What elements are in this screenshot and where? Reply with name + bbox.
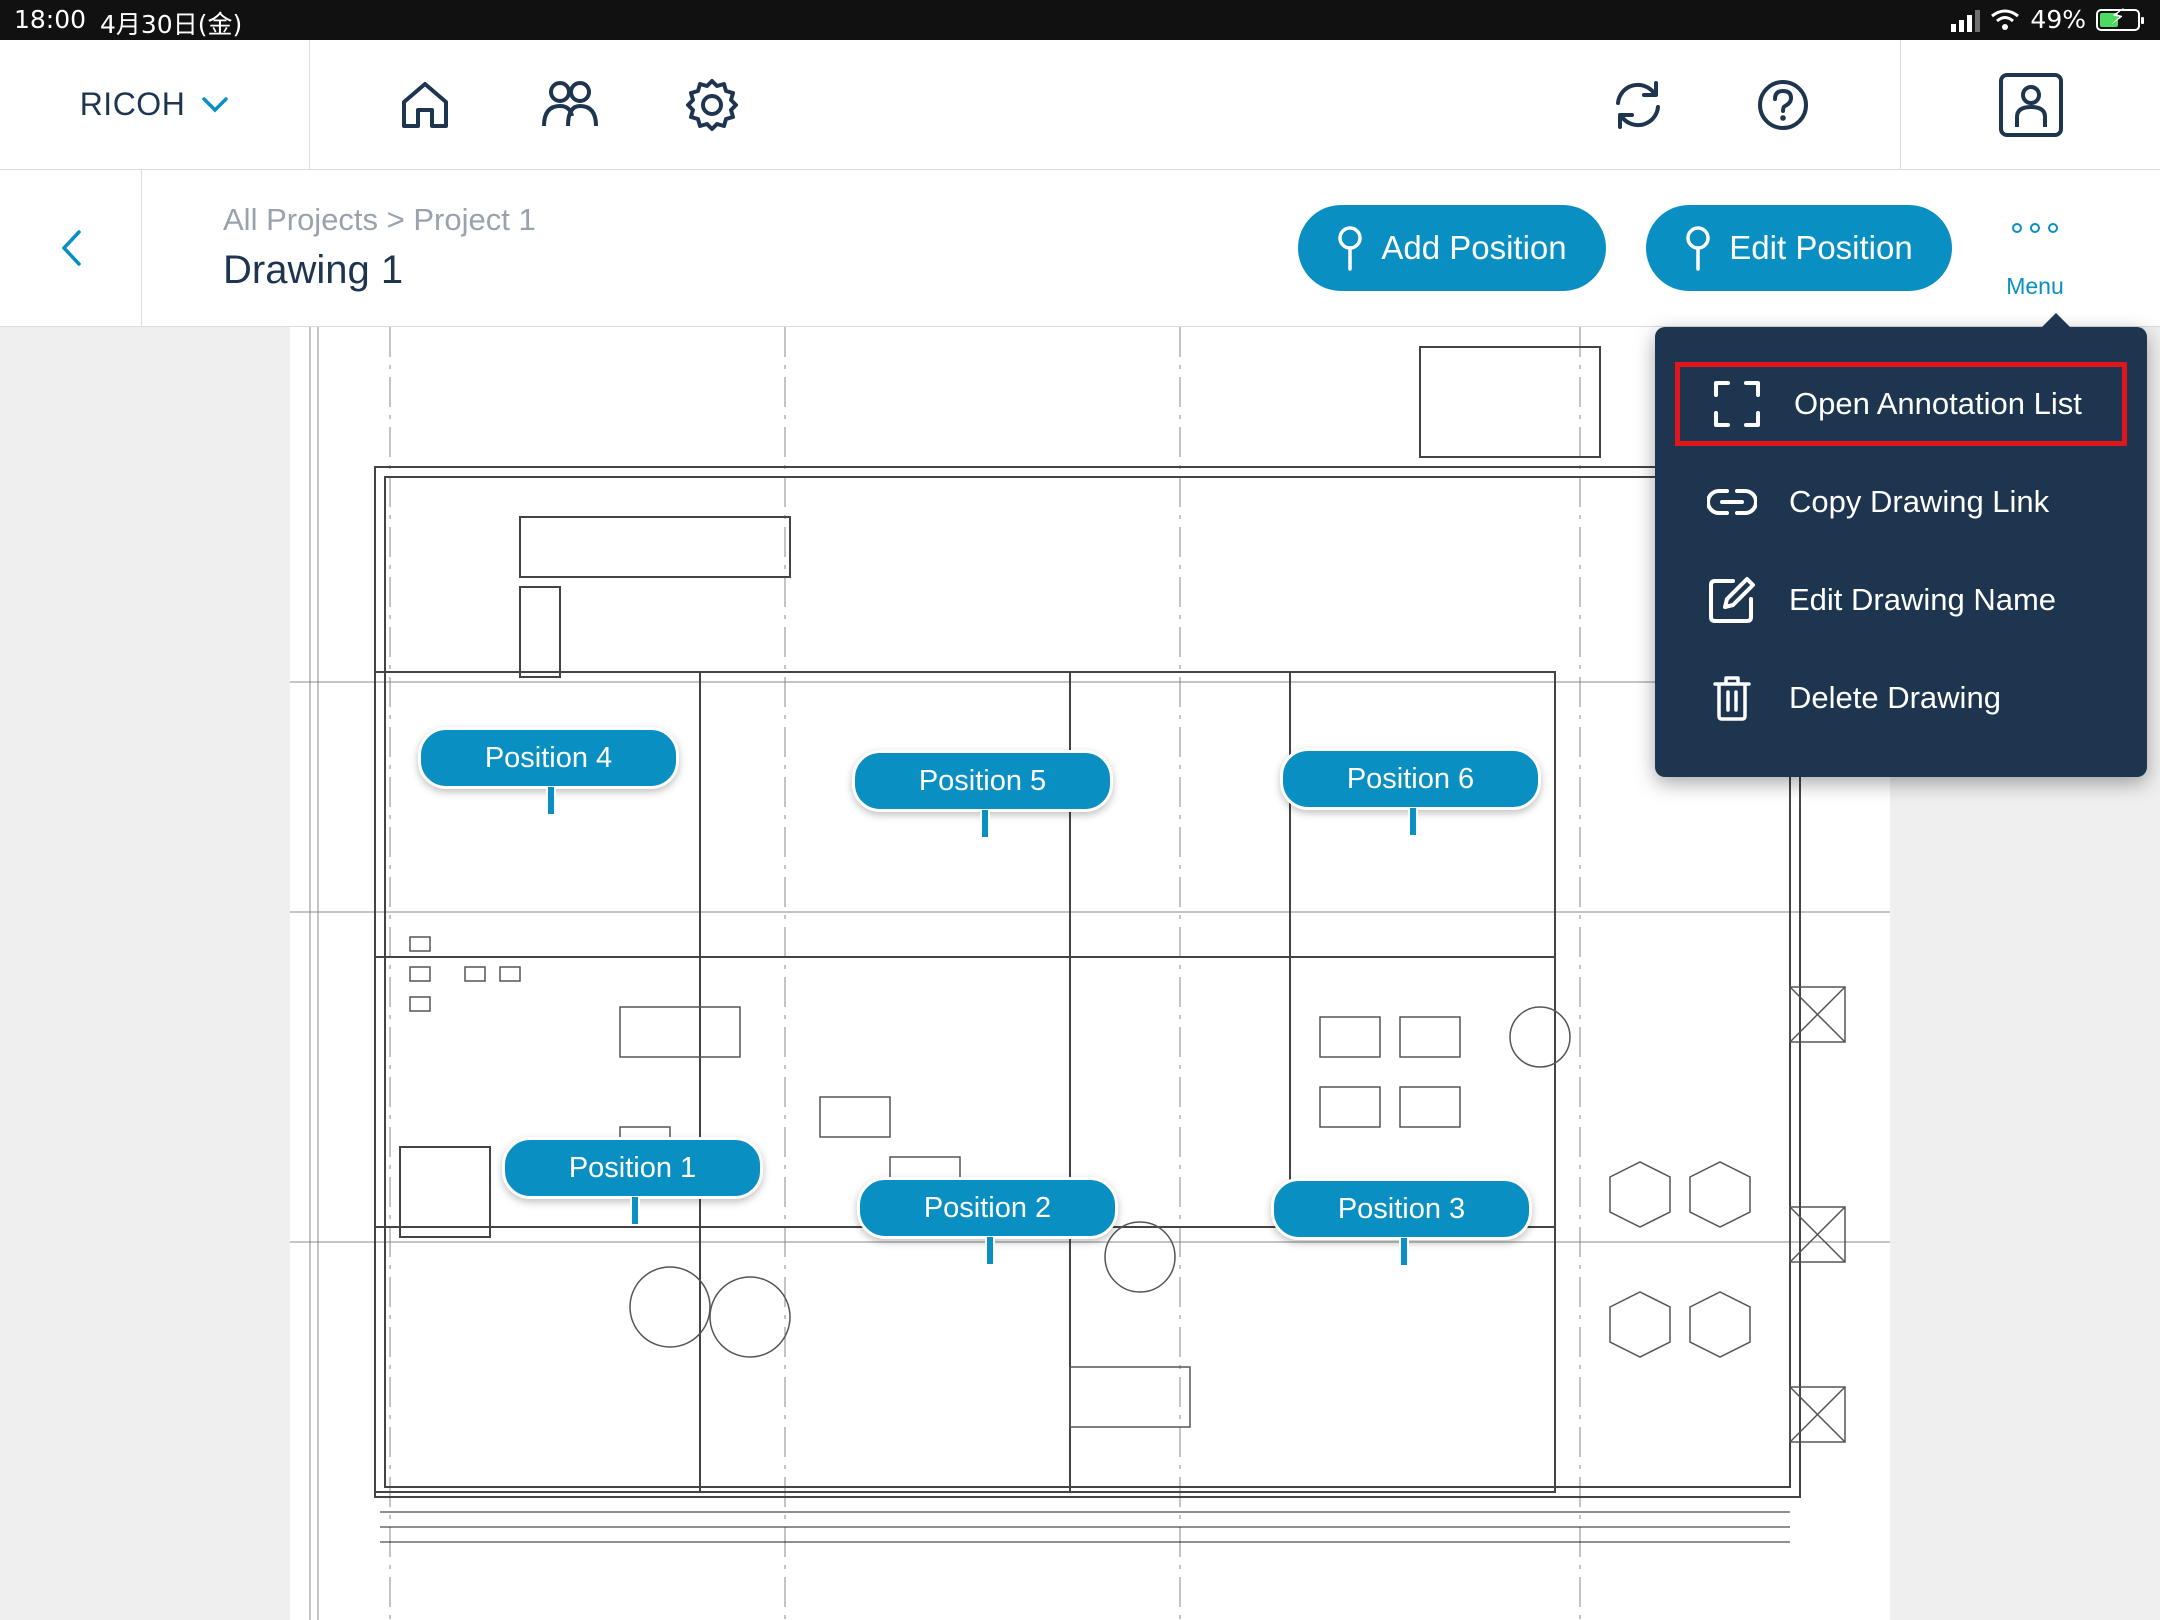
edit-position-button[interactable]: Edit Position [1646,205,1952,291]
expand-icon [1714,381,1760,427]
brand-switcher[interactable]: RICOH [0,40,310,169]
menu-item-delete-drawing[interactable]: Delete Drawing [1675,656,2127,740]
battery-percent: 49% [2030,5,2086,34]
menu-label: Menu [2006,273,2064,299]
menu-item-label: Delete Drawing [1789,680,2001,715]
menu-item-edit-drawing-name[interactable]: Edit Drawing Name [1675,558,2127,642]
drawing-header: All Projects > Project 1 Drawing 1 Add P… [0,170,2160,327]
settings-icon [686,79,738,131]
sync-icon [1616,81,1660,129]
settings-button[interactable] [677,70,747,140]
status-date: 4月30日(金) [100,10,243,39]
chevron-left-icon [61,230,81,266]
signal-icon [1951,8,1981,32]
battery-icon: ⚡ [2096,5,2144,31]
menu-button[interactable]: Menu [1975,215,2095,305]
add-position-button[interactable]: Add Position [1298,205,1606,291]
menu-item-label: Edit Drawing Name [1789,582,2057,617]
home-icon [402,82,448,128]
add-position-label: Add Position [1381,229,1567,266]
home-button[interactable] [390,70,460,140]
floor-plan [290,327,1890,1620]
position-marker-5[interactable]: Position 5 [852,750,1113,839]
edit-icon [1709,577,1755,623]
position-marker-2[interactable]: Position 2 [857,1177,1118,1266]
position-marker-1[interactable]: Position 1 [502,1137,763,1226]
position-marker-6[interactable]: Position 6 [1280,748,1541,837]
users-button[interactable] [535,70,605,140]
edit-position-label: Edit Position [1729,229,1913,266]
pin-icon [1686,226,1711,271]
menu-item-label: Copy Drawing Link [1789,484,2050,519]
wifi-icon [1991,9,2020,30]
status-time: 18:00 [14,5,87,34]
menu-item-open-annotation-list[interactable]: Open Annotation List [1675,362,2127,446]
pin-icon [1338,226,1363,271]
chevron-down-icon [202,96,229,112]
trash-icon [1713,676,1751,721]
breadcrumb[interactable]: All Projects > Project 1 [223,202,536,238]
help-icon [1758,80,1808,130]
back-button[interactable] [0,170,142,326]
link-icon [1707,489,1757,515]
drawing-menu: Open Annotation List Copy Drawing Link E… [1655,313,2147,777]
app-bar: RICOH [0,40,2160,170]
more-icon [1975,223,2095,233]
profile-button[interactable] [1900,40,2160,169]
menu-item-copy-drawing-link[interactable]: Copy Drawing Link [1675,460,2127,544]
profile-icon [1998,72,2063,137]
page-title: Drawing 1 [223,248,404,292]
floor-plan-linework [290,327,1890,1620]
users-icon [542,81,598,127]
sync-button[interactable] [1603,70,1673,140]
position-marker-4[interactable]: Position 4 [418,727,679,816]
help-button[interactable] [1748,70,1818,140]
menu-item-label: Open Annotation List [1794,386,2082,421]
brand-name: RICOH [79,86,186,122]
position-marker-3[interactable]: Position 3 [1271,1178,1532,1267]
status-bar: 18:00 4月30日(金) 49% ⚡ [0,0,2160,40]
